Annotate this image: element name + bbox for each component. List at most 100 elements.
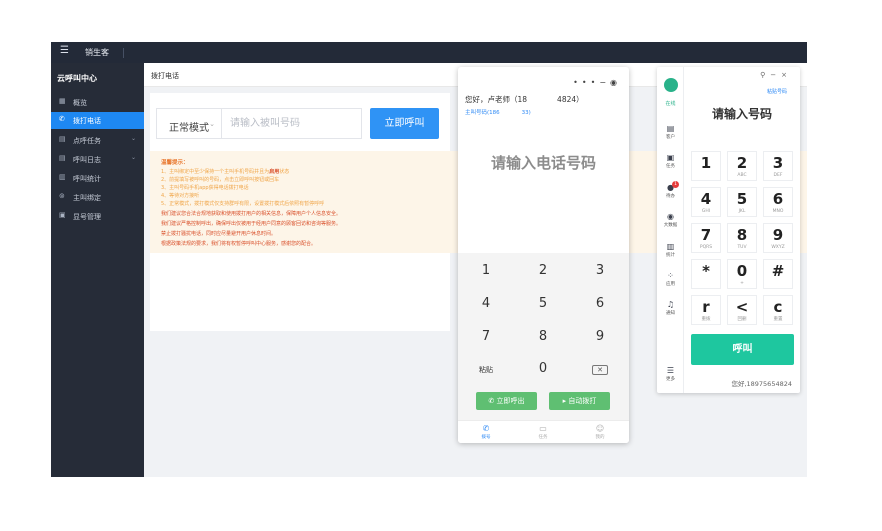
nav-todo[interactable]: ● 1 待办 — [657, 181, 684, 199]
minimize-icon[interactable]: − — [599, 78, 610, 87]
dialer-key-hash[interactable]: # — [763, 259, 793, 289]
dialer-key-0[interactable]: 0 + — [727, 259, 757, 289]
top-bar: ☰ 销生客 — [51, 42, 807, 63]
key-9[interactable]: 9 — [580, 329, 620, 344]
auto-dial-button[interactable]: ▸ 自动拨打 — [549, 392, 610, 410]
todo-icon: ● — [667, 183, 674, 192]
key-6[interactable]: 6 — [580, 296, 620, 311]
widget-greeting: 您好，卢老师（18 4824） — [465, 95, 584, 104]
call-now-out-label: 立即呼出 — [496, 397, 525, 405]
avatar[interactable] — [664, 78, 678, 92]
sidebar-item-number-management[interactable]: ▣ 显号管理 — [51, 208, 144, 225]
nav-label: 应用 — [666, 282, 675, 287]
nav-customer[interactable]: ▤ 客户 — [657, 124, 684, 140]
manage-icon: ▣ — [59, 211, 66, 219]
auto-dial-label: 自动拨打 — [568, 397, 597, 405]
topbar-divider — [123, 48, 124, 58]
dialer-user-info: 您好,18975654824 — [731, 380, 792, 388]
task-icon: ▤ — [59, 135, 66, 143]
minimize-icon[interactable]: − — [770, 71, 781, 79]
nav-label: 大数据 — [663, 223, 678, 228]
dialer-key-8[interactable]: 8 TUV — [727, 223, 757, 253]
dialer-key-4[interactable]: 4 GHI — [691, 187, 721, 217]
notice-warning: 根据政策法规的要求，我们将有权暂停呼叫中心服务，感谢您的配合。 — [161, 241, 317, 247]
dialer-key-2[interactable]: 2 ABC — [727, 151, 757, 181]
sidebar-item-label: 点呼任务 — [73, 137, 101, 145]
mode-select[interactable]: 正常模式 ⌄ — [156, 108, 222, 139]
more-icon[interactable]: ••• — [573, 78, 599, 87]
notice-tip: 3、主叫号码手机app获得电话拨打电话 — [161, 185, 249, 191]
key-digit: 9 — [772, 226, 784, 244]
sidebar: 云呼叫中心 ▦ 概览 ✆ 拨打电话 ▤ 点呼任务 ⌄ ▤ 呼叫日志 ⌄ ▥ 呼叫… — [51, 63, 144, 477]
nav-more[interactable]: ☰ 更多 — [657, 366, 684, 382]
widget-main-number[interactable]: 主叫号码(186 33) — [465, 108, 531, 116]
nav-apps[interactable]: ⁘ 应用 — [657, 271, 684, 287]
key-3[interactable]: 3 — [580, 263, 620, 278]
notice-tip: 1、主叫绑定中至少保持一个主叫手机号码并且为启用状态 — [161, 168, 289, 175]
sidebar-item-overview[interactable]: ▦ 概览 — [51, 94, 144, 111]
widget-tabbar: ✆ 拨号 ▭ 任务 ☺ 我的 — [458, 420, 629, 443]
notice-tip: 2、前提填写被呼叫的号码，点击立即呼叫按钮或回车 — [161, 177, 280, 183]
key-letters: 重置 — [773, 317, 783, 322]
notice-warning: 我们建议严格控制呼出，确保呼出仅被用于经用户同意的顾客回访和咨询等服务。 — [161, 221, 342, 227]
tab-tasks[interactable]: ▭ 任务 — [523, 424, 563, 440]
tab-mine[interactable]: ☺ 我的 — [580, 424, 620, 440]
hamburger-icon[interactable]: ☰ — [60, 45, 69, 56]
dialer-key-star[interactable]: * — [691, 259, 721, 289]
sidebar-item-caller-binding[interactable]: ⊚ 主叫绑定 — [51, 189, 144, 206]
sidebar-item-call-tasks[interactable]: ▤ 点呼任务 ⌄ — [51, 132, 144, 149]
sidebar-title: 云呼叫中心 — [57, 74, 97, 83]
key-0[interactable]: 0 — [523, 361, 563, 376]
notice-tip-text: 状态 — [279, 169, 290, 175]
key-letters: JKL — [738, 209, 746, 214]
redial-key[interactable]: r 重拨 — [691, 295, 721, 325]
paste-button[interactable]: 粘贴 — [466, 365, 506, 375]
nav-label: 客户 — [666, 135, 675, 140]
call-now-button[interactable]: 立即呼叫 — [370, 108, 439, 139]
tab-label: 我的 — [595, 435, 605, 440]
reset-key[interactable]: c 重置 — [763, 295, 793, 325]
dialer-key-9[interactable]: 9 WXYZ — [763, 223, 793, 253]
key-digit: # — [771, 262, 785, 280]
backspace-icon[interactable]: ✕ — [592, 365, 608, 375]
notice-tip-text: 1、主叫绑定中至少保持一个主叫手机号码并且为 — [161, 169, 270, 175]
call-now-out-button[interactable]: ✆ 立即呼出 — [476, 392, 537, 410]
target-icon[interactable]: ◉ — [610, 78, 621, 87]
nav-stats[interactable]: ▥ 统计 — [657, 242, 684, 258]
close-icon[interactable]: × — [781, 71, 792, 79]
key-1[interactable]: 1 — [466, 263, 506, 278]
pin-icon[interactable]: ⚲ — [760, 71, 770, 79]
dialer-key-3[interactable]: 3 DEF — [763, 151, 793, 181]
backspace-key[interactable]: < 回删 — [727, 295, 757, 325]
dialer-key-6[interactable]: 6 MNO — [763, 187, 793, 217]
tab-label: 任务 — [538, 435, 548, 440]
log-icon: ▤ — [59, 154, 66, 162]
sidebar-item-call-log[interactable]: ▤ 呼叫日志 ⌄ — [51, 151, 144, 168]
key-8[interactable]: 8 — [523, 329, 563, 344]
nav-notifications[interactable]: ♫ 通知 — [657, 300, 684, 316]
key-digit: 1 — [700, 154, 712, 172]
key-7[interactable]: 7 — [466, 329, 506, 344]
notice-heading: 温馨提示： — [161, 160, 189, 166]
callee-number-input[interactable] — [222, 108, 362, 139]
key-4[interactable]: 4 — [466, 296, 506, 311]
tab-dial[interactable]: ✆ 拨号 — [466, 424, 506, 440]
nav-big-data[interactable]: ◉ 大数据 — [657, 212, 684, 228]
key-digit: 6 — [772, 190, 784, 208]
dialer-key-7[interactable]: 7 PQRS — [691, 223, 721, 253]
phone-icon: ✆ — [59, 115, 65, 123]
notice-tip-highlight: 启用 — [269, 169, 280, 175]
dialer-call-button[interactable]: 呼叫 — [691, 334, 794, 365]
nav-tasks[interactable]: ▣ 任务 — [657, 153, 684, 169]
key-5[interactable]: 5 — [523, 296, 563, 311]
chevron-down-icon: ⌄ — [130, 135, 136, 142]
dialer-key-1[interactable]: 1 — [691, 151, 721, 181]
dialer-key-5[interactable]: 5 JKL — [727, 187, 757, 217]
key-2[interactable]: 2 — [523, 263, 563, 278]
sidebar-item-dial[interactable]: ✆ 拨打电话 — [51, 112, 144, 129]
sidebar-item-call-stats[interactable]: ▥ 呼叫统计 — [51, 170, 144, 187]
dialer-nav-rail: 在线 ▤ 客户 ▣ 任务 ● 1 待办 ◉ 大数据 ▥ 统计 ⁘ 应用 ♫ 通知 ☰ 更多 — [657, 67, 684, 393]
paste-number-link[interactable]: 粘贴号码 — [767, 88, 787, 95]
bell-icon: ♫ — [666, 300, 675, 309]
phone-icon: ✆ — [482, 424, 490, 433]
